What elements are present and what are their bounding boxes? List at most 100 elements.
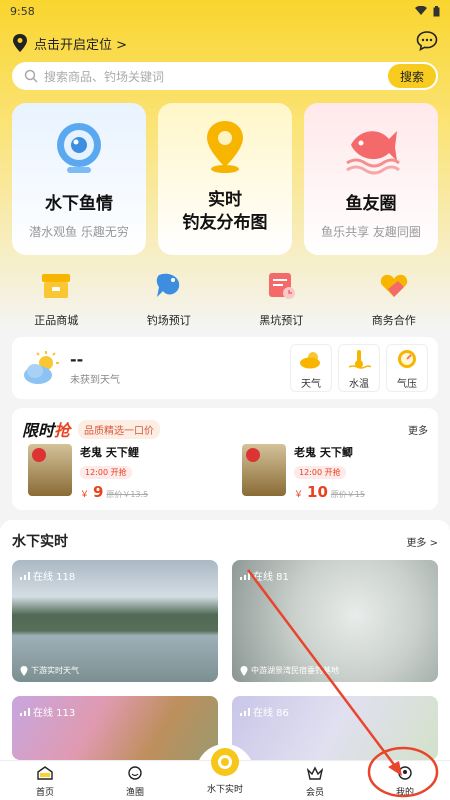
tab-label: 水下实时 <box>206 785 243 795</box>
product-sale-time: 12:00 开抢 <box>80 466 132 479</box>
product-item[interactable]: 老鬼 天下鲫 12:00 开抢 ￥ 10 原价￥15 <box>242 444 442 504</box>
location-label[interactable]: 点击开启定位 > <box>34 34 127 53</box>
card-subtitle: 鱼乐共享 友趣同圈 <box>321 225 421 239</box>
online-count: 在线 86 <box>240 704 289 719</box>
status-time: 9:58 <box>10 4 35 18</box>
card-title: 实时 钓友分布图 <box>158 189 292 235</box>
weather-card[interactable]: -- 未获到天气 天气 水温 气压 <box>12 337 438 399</box>
product-item[interactable]: 老鬼 天下鲤 12:00 开抢 ￥ 9 原价￥13.5 <box>28 444 228 504</box>
section-title: 水下实时 <box>12 531 68 551</box>
quick-item-label: 商务合作 <box>371 314 416 327</box>
weather-button[interactable]: 天气 <box>290 344 332 392</box>
flash-sale-card: 限时抢 品质精选一口价 更多 老鬼 天下鲤 12:00 开抢 ￥ 9 原价￥13.… <box>12 408 438 510</box>
tab-mine[interactable]: 我的 <box>360 761 450 800</box>
location-pin-icon <box>240 665 248 676</box>
camera-location-text: 下游实时天气 <box>31 666 79 675</box>
gauge-icon <box>398 350 416 368</box>
currency-symbol: ￥ <box>294 490 304 500</box>
tab-home[interactable]: 首页 <box>0 761 90 800</box>
feature-cards: 水下鱼情 潜水观鱼 乐趣无穷 实时 钓友分布图 鱼友圈 鱼乐共享 友趣同圈 <box>12 103 438 255</box>
camera-location: 中游湖景湾民宿垂钓基地 <box>240 665 339 676</box>
card-underwater-fish[interactable]: 水下鱼情 潜水观鱼 乐趣无穷 <box>12 103 146 255</box>
product-price: ￥ 9 原价￥13.5 <box>80 483 148 501</box>
crown-icon <box>306 766 324 780</box>
water-temp-label: 水温 <box>349 379 369 390</box>
quick-item-mall[interactable]: 正品商城 <box>0 268 113 328</box>
online-count: 在线 118 <box>20 568 75 583</box>
message-icon[interactable] <box>416 31 438 55</box>
quick-item-business[interactable]: 商务合作 <box>338 268 450 328</box>
product-price: ￥ 10 原价￥15 <box>294 483 365 501</box>
flash-logo-a: 限时 <box>22 421 55 440</box>
original-price: 原价￥15 <box>330 490 365 499</box>
center-live-button[interactable] <box>211 748 239 776</box>
mall-icon <box>39 268 73 302</box>
card-fish-friends[interactable]: 鱼友圈 鱼乐共享 友趣同圈 <box>304 103 438 255</box>
card-title: 鱼友圈 <box>345 194 397 214</box>
calendar-icon <box>264 268 298 302</box>
price-value: 10 <box>307 483 328 501</box>
online-count-text: 在线 113 <box>33 708 76 719</box>
camera-location: 下游实时天气 <box>20 665 79 676</box>
tab-label: 首页 <box>35 788 54 798</box>
product-name: 老鬼 天下鲤 <box>80 446 139 459</box>
location-row: 点击开启定位 > <box>12 31 438 55</box>
weather-button-label: 天气 <box>301 379 321 390</box>
section-more-link[interactable]: 更多 > <box>406 534 438 549</box>
flash-sale-more-link[interactable]: 更多 <box>408 422 428 437</box>
quick-item-label: 正品商城 <box>34 314 79 327</box>
map-pin-icon <box>207 121 243 173</box>
quick-item-pond-booking[interactable]: 黑坑预订 <box>225 268 338 328</box>
profile-icon <box>398 766 412 780</box>
online-count-text: 在线 86 <box>253 708 289 719</box>
online-count: 在线 113 <box>20 704 75 719</box>
search-button[interactable]: 搜索 <box>388 64 436 88</box>
product-sale-time: 12:00 开抢 <box>294 466 346 479</box>
quick-item-label: 钓场预订 <box>146 314 191 327</box>
section-header: 水下实时 更多 > <box>12 531 438 551</box>
handshake-icon <box>377 268 411 302</box>
card-title-line2: 钓友分布图 <box>182 213 268 233</box>
online-count-text: 在线 81 <box>253 572 289 583</box>
quick-item-label: 黑坑预订 <box>259 314 304 327</box>
location-pin-icon <box>20 665 28 676</box>
fish-icon <box>152 268 186 302</box>
pressure-label: 气压 <box>397 379 417 390</box>
weather-temperature: -- <box>70 350 84 369</box>
pressure-button[interactable]: 气压 <box>386 344 428 392</box>
search-bar[interactable]: 搜索商品、钓场关键词 搜索 <box>12 62 438 90</box>
tab-membership[interactable]: 会员 <box>270 761 360 800</box>
card-subtitle: 潜水观鱼 乐趣无穷 <box>29 225 129 239</box>
tab-label: 渔圈 <box>125 788 144 798</box>
smile-icon <box>128 766 142 780</box>
status-bar: 9:58 <box>0 0 450 22</box>
original-price: 原价￥13.5 <box>106 490 149 499</box>
fish-wave-icon <box>346 131 400 175</box>
camera-card[interactable]: 在线 118 下游实时天气 <box>12 560 218 682</box>
signal-icon <box>20 707 30 716</box>
signal-icon <box>240 707 250 716</box>
tab-fishing-circle[interactable]: 渔圈 <box>90 761 180 800</box>
search-icon <box>24 69 38 83</box>
quick-entries: 正品商城 钓场预订 黑坑预订 商务合作 <box>0 268 450 328</box>
online-count-text: 在线 118 <box>33 572 76 583</box>
search-input[interactable]: 搜索商品、钓场关键词 <box>44 68 388 85</box>
product-image <box>242 444 286 496</box>
price-value: 9 <box>93 483 104 501</box>
camera-card[interactable]: 在线 86 <box>232 696 438 760</box>
product-image <box>28 444 72 496</box>
card-title-line1: 实时 <box>208 190 242 210</box>
signal-icon <box>20 571 30 580</box>
weather-cloud-sun-icon <box>24 351 59 384</box>
camera-card[interactable]: 在线 81 中游湖景湾民宿垂钓基地 <box>232 560 438 682</box>
card-title: 水下鱼情 <box>45 194 113 214</box>
location-pin-icon[interactable] <box>12 34 28 52</box>
flash-sale-logo: 限时抢 <box>22 417 70 441</box>
camera-card[interactable]: 在线 113 <box>12 696 218 760</box>
card-realtime-map[interactable]: 实时 钓友分布图 <box>158 103 292 255</box>
home-icon <box>37 766 53 780</box>
water-temp-button[interactable]: 水温 <box>338 344 380 392</box>
product-name: 老鬼 天下鲫 <box>294 446 353 459</box>
quick-item-fishing-booking[interactable]: 钓场预订 <box>113 268 226 328</box>
signal-icon <box>240 571 250 580</box>
